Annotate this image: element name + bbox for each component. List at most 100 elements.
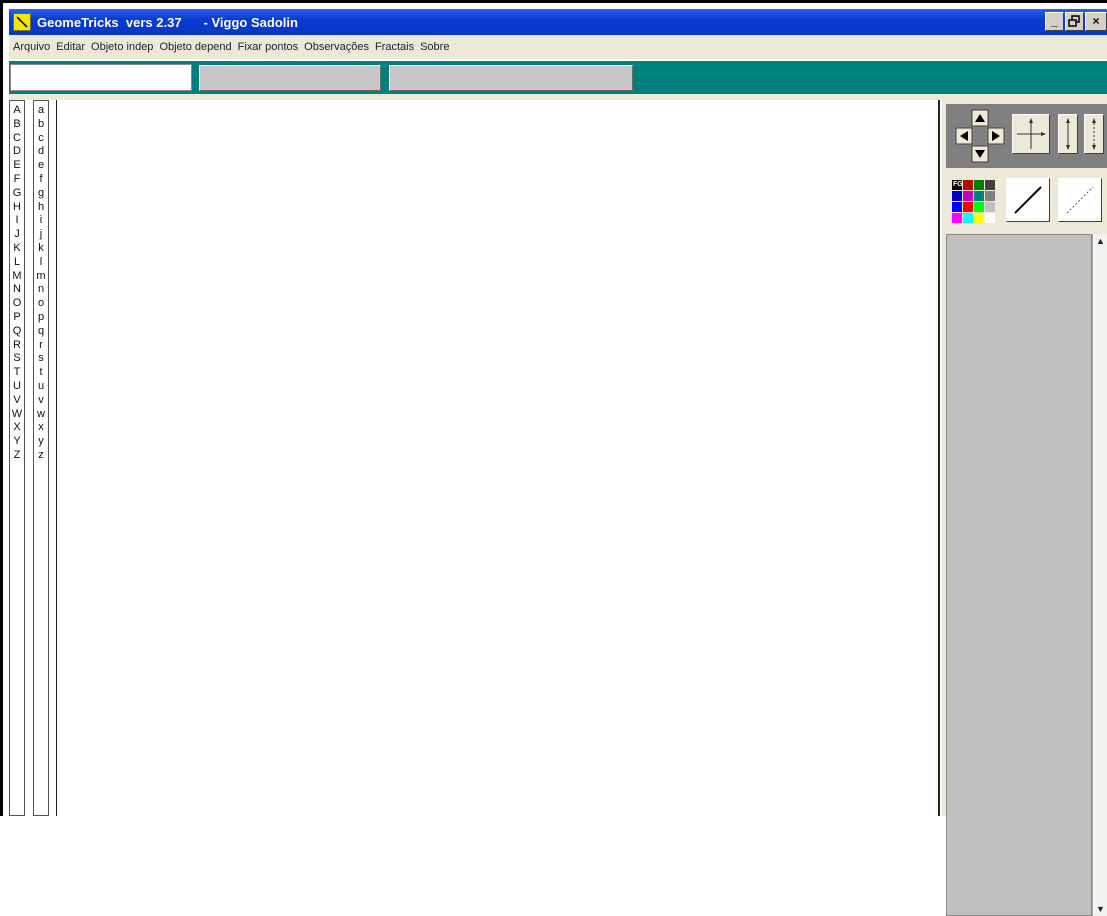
upper-letter[interactable]: B bbox=[13, 118, 20, 132]
title-bar[interactable]: GeomeTricks vers 2.37 - Viggo Sadolin _ … bbox=[9, 9, 1107, 35]
window-author: - Viggo Sadolin bbox=[203, 14, 298, 30]
lower-letter[interactable]: h bbox=[38, 201, 44, 215]
upper-letter[interactable]: M bbox=[12, 270, 21, 284]
palette-swatch[interactable] bbox=[963, 202, 973, 212]
palette-swatch[interactable] bbox=[952, 191, 962, 201]
upper-letter[interactable]: Q bbox=[13, 325, 22, 339]
lower-letter[interactable]: c bbox=[38, 132, 44, 146]
upper-letter[interactable]: T bbox=[14, 366, 21, 380]
upper-letter[interactable]: A bbox=[13, 104, 20, 118]
upper-letter[interactable]: O bbox=[13, 297, 22, 311]
scroll-up-icon[interactable]: ▲ bbox=[1096, 236, 1105, 246]
navigation-tools bbox=[946, 104, 1107, 168]
lower-letter[interactable]: q bbox=[38, 325, 44, 339]
lower-letter[interactable]: z bbox=[38, 449, 44, 463]
palette-swatch[interactable] bbox=[952, 213, 962, 223]
lower-letter[interactable]: j bbox=[40, 228, 42, 242]
upper-letter[interactable]: W bbox=[12, 408, 22, 422]
palette-swatch[interactable] bbox=[985, 191, 995, 201]
lower-letter[interactable]: t bbox=[39, 366, 42, 380]
close-icon[interactable]: × bbox=[1085, 12, 1107, 31]
palette-swatch[interactable] bbox=[963, 213, 973, 223]
object-list[interactable] bbox=[946, 234, 1092, 916]
vertical-dotted-measure-icon[interactable] bbox=[1084, 114, 1104, 154]
upper-letter[interactable]: J bbox=[14, 228, 20, 242]
upper-letter[interactable]: R bbox=[13, 339, 21, 353]
uppercase-letter-column: ABCDEFGHIJKLMNOPQRSTUVWXYZ bbox=[9, 100, 25, 816]
lowercase-letter-column: abcdefghijklmnopqrstuvwxyz bbox=[33, 100, 49, 816]
lower-letter[interactable]: w bbox=[37, 408, 45, 422]
palette-fg-label: FG bbox=[953, 181, 963, 188]
palette-swatch[interactable] bbox=[963, 191, 973, 201]
lower-letter[interactable]: s bbox=[38, 352, 44, 366]
lower-letter[interactable]: u bbox=[38, 380, 44, 394]
lower-letter[interactable]: y bbox=[38, 435, 44, 449]
menu-editar[interactable]: Editar bbox=[56, 41, 85, 53]
upper-letter[interactable]: X bbox=[13, 421, 20, 435]
palette-swatch[interactable] bbox=[974, 213, 984, 223]
upper-letter[interactable]: Z bbox=[14, 449, 21, 463]
upper-letter[interactable]: N bbox=[13, 283, 21, 297]
list-scrollbar[interactable]: ▲ ▼ bbox=[1092, 234, 1107, 916]
menu-observacoes[interactable]: Observações bbox=[304, 41, 369, 53]
menu-fixar-pontos[interactable]: Fixar pontos bbox=[238, 41, 299, 53]
toolbar-button-2[interactable] bbox=[389, 65, 633, 91]
minimize-icon[interactable]: _ bbox=[1045, 12, 1064, 31]
upper-letter[interactable]: V bbox=[13, 394, 20, 408]
upper-letter[interactable]: F bbox=[14, 173, 21, 187]
lower-letter[interactable]: g bbox=[38, 187, 44, 201]
toolbar-button-1[interactable] bbox=[199, 65, 381, 91]
vertical-measure-icon[interactable] bbox=[1058, 114, 1078, 154]
upper-letter[interactable]: E bbox=[13, 159, 20, 173]
upper-letter[interactable]: S bbox=[13, 352, 20, 366]
lower-letter[interactable]: e bbox=[38, 159, 44, 173]
upper-letter[interactable]: D bbox=[13, 145, 21, 159]
upper-letter[interactable]: P bbox=[13, 311, 20, 325]
color-palette-icon[interactable]: FG bbox=[952, 180, 996, 224]
lower-letter[interactable]: a bbox=[38, 104, 44, 118]
palette-swatch[interactable] bbox=[974, 191, 984, 201]
palette-swatch[interactable] bbox=[985, 180, 995, 190]
palette-swatch[interactable] bbox=[974, 202, 984, 212]
lower-letter[interactable]: v bbox=[38, 394, 44, 408]
dotted-line-icon[interactable] bbox=[1058, 178, 1102, 222]
upper-letter[interactable]: L bbox=[14, 256, 20, 270]
lower-letter[interactable]: x bbox=[38, 421, 44, 435]
upper-letter[interactable]: K bbox=[13, 242, 20, 256]
upper-letter[interactable]: G bbox=[13, 187, 22, 201]
menu-objeto-indep[interactable]: Objeto indep bbox=[91, 41, 153, 53]
lower-letter[interactable]: m bbox=[36, 270, 45, 284]
lower-letter[interactable]: n bbox=[38, 283, 44, 297]
upper-letter[interactable]: C bbox=[13, 132, 21, 146]
palette-swatch[interactable] bbox=[963, 180, 973, 190]
solid-line-icon[interactable] bbox=[1006, 178, 1050, 222]
scroll-down-icon[interactable]: ▼ bbox=[1096, 904, 1105, 914]
palette-swatch[interactable] bbox=[952, 202, 962, 212]
palette-swatch[interactable] bbox=[974, 180, 984, 190]
lower-letter[interactable]: p bbox=[38, 311, 44, 325]
style-tools: FG bbox=[946, 174, 1107, 230]
upper-letter[interactable]: I bbox=[15, 214, 18, 228]
command-input[interactable] bbox=[10, 64, 192, 91]
upper-letter[interactable]: Y bbox=[13, 435, 20, 449]
upper-letter[interactable]: H bbox=[13, 201, 21, 215]
lower-letter[interactable]: k bbox=[38, 242, 44, 256]
menu-fractais[interactable]: Fractais bbox=[375, 41, 414, 53]
restore-icon[interactable] bbox=[1065, 12, 1084, 31]
palette-swatch[interactable] bbox=[985, 213, 995, 223]
palette-swatch[interactable] bbox=[985, 202, 995, 212]
menu-sobre[interactable]: Sobre bbox=[420, 41, 449, 53]
lower-letter[interactable]: l bbox=[40, 256, 42, 270]
lower-letter[interactable]: i bbox=[40, 214, 42, 228]
lower-letter[interactable]: b bbox=[38, 118, 44, 132]
menu-arquivo[interactable]: Arquivo bbox=[13, 41, 50, 53]
crosshair-icon[interactable] bbox=[1012, 114, 1050, 154]
menu-objeto-depend[interactable]: Objeto depend bbox=[159, 41, 231, 53]
lower-letter[interactable]: o bbox=[38, 297, 44, 311]
lower-letter[interactable]: d bbox=[38, 145, 44, 159]
lower-letter[interactable]: f bbox=[39, 173, 42, 187]
upper-letter[interactable]: U bbox=[13, 380, 21, 394]
lower-letter[interactable]: r bbox=[39, 339, 43, 353]
arrow-pad-icon[interactable] bbox=[954, 108, 1006, 164]
drawing-canvas[interactable] bbox=[56, 100, 940, 816]
